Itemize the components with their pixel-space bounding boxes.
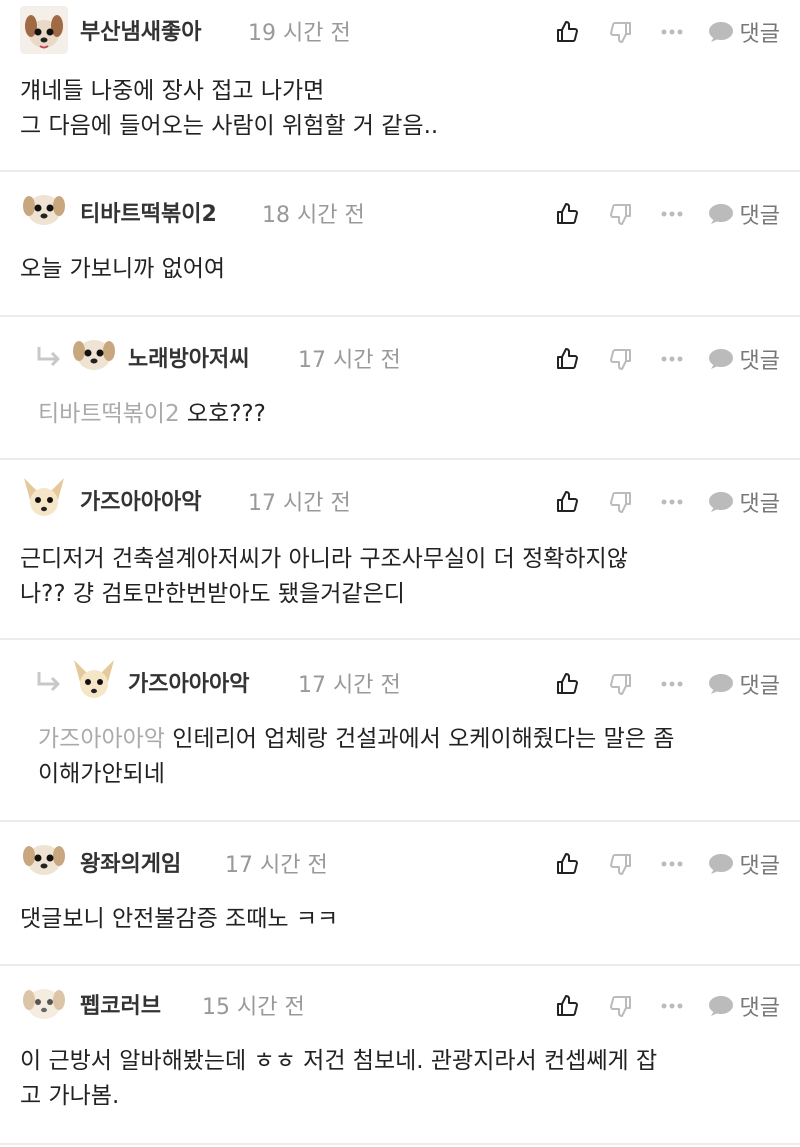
avatar[interactable] [20, 474, 68, 522]
avatar[interactable] [70, 329, 118, 377]
more-dots-icon[interactable] [660, 861, 684, 867]
reply-button[interactable]: 댓글 [708, 848, 780, 880]
speech-bubble-icon [708, 491, 734, 513]
reply-button[interactable]: 댓글 [708, 486, 780, 518]
speech-bubble-icon [708, 853, 734, 875]
thumbs-up-icon[interactable] [552, 20, 582, 44]
comment-author[interactable]: 노래방아저씨 [128, 341, 249, 373]
comment-time: 17 시간 전 [225, 853, 328, 878]
comment-item: 펩코러브 15 시간 전 댓글 이 근방서 알바해봤는데 ㅎㅎ 저건 첨보네. … [0, 966, 800, 1145]
thumbs-up-icon[interactable] [552, 852, 582, 876]
thumbs-up-icon[interactable] [552, 490, 582, 514]
speech-bubble-icon [708, 348, 734, 370]
comment-time: 17 시간 전 [248, 491, 351, 516]
avatar[interactable] [20, 6, 68, 54]
comment-text-line: 이해가안되네 [38, 761, 165, 787]
comment-item: 왕좌의게임 17 시간 전 댓글 댓글보니 안전불감증 조때노 ㅋㅋ [0, 822, 800, 966]
comment-author[interactable]: 가즈아아아악 [80, 484, 201, 516]
comment-time: 17 시간 전 [298, 673, 401, 698]
comment-body: 이 근방서 알바해봤는데 ㅎㅎ 저건 첨보네. 관광지라서 컨셉쎄게 잡 고 가… [20, 1044, 770, 1114]
reply-button[interactable]: 댓글 [708, 990, 780, 1022]
comment-actions: 댓글 [552, 12, 780, 52]
comment-author[interactable]: 펩코러브 [80, 988, 161, 1020]
comment-body: 티바트떡볶이2 오호??? [38, 397, 770, 432]
avatar[interactable] [20, 978, 68, 1026]
thumbs-down-icon[interactable] [606, 994, 636, 1018]
comment-time: 17 시간 전 [298, 348, 401, 373]
speech-bubble-icon [708, 203, 734, 225]
comment-item-reply: 가즈아아아악 17 시간 전 댓글 가즈아아아악 인테리어 업체랑 건설과에서 … [0, 640, 800, 822]
thumbs-up-icon[interactable] [552, 994, 582, 1018]
mention[interactable]: 가즈아아아악 [38, 726, 165, 752]
comment-body: 걔네들 나중에 장사 접고 나가면 그 다음에 들어오는 사람이 위험할 거 같… [20, 74, 770, 144]
thumbs-down-icon[interactable] [606, 490, 636, 514]
comment-body: 가즈아아아악 인테리어 업체랑 건설과에서 오케이해줬다는 말은 좀 이해가안되… [38, 722, 770, 792]
thumbs-down-icon[interactable] [606, 347, 636, 371]
comment-text-line: 오호??? [186, 401, 266, 427]
reply-label: 댓글 [739, 674, 780, 699]
more-dots-icon[interactable] [660, 681, 684, 687]
thumbs-up-icon[interactable] [552, 202, 582, 226]
more-dots-icon[interactable] [660, 29, 684, 35]
comment-text-line: 고 가나봄. [20, 1083, 120, 1109]
thumbs-down-icon[interactable] [606, 672, 636, 696]
comment-actions: 댓글 [552, 844, 780, 884]
comment-actions: 댓글 [552, 986, 780, 1026]
thumbs-up-icon[interactable] [552, 672, 582, 696]
thumbs-down-icon[interactable] [606, 202, 636, 226]
comment-time: 19 시간 전 [248, 21, 351, 46]
reply-label: 댓글 [739, 492, 780, 517]
comment-author[interactable]: 왕좌의게임 [80, 846, 181, 878]
comment-time: 18 시간 전 [262, 203, 365, 228]
reply-label: 댓글 [739, 204, 780, 229]
comment-time: 15 시간 전 [202, 995, 305, 1020]
thumbs-down-icon[interactable] [606, 852, 636, 876]
comment-actions: 댓글 [552, 194, 780, 234]
comment-body: 근디저거 건축설계아저씨가 아니라 구조사무실이 더 정확하지않 나?? 걍 검… [20, 542, 770, 612]
comment-text-line: 그 다음에 들어오는 사람이 위험할 거 같음.. [20, 113, 439, 139]
speech-bubble-icon [708, 995, 734, 1017]
thumbs-down-icon[interactable] [606, 20, 636, 44]
reply-label: 댓글 [739, 854, 780, 879]
comment-text-line: 댓글보니 안전불감증 조때노 ㅋㅋ [20, 906, 339, 932]
comment-author[interactable]: 가즈아아아악 [128, 666, 249, 698]
comment-item: 부산냄새좋아 19 시간 전 댓글 걔네들 나중에 장사 접고 나가면 그 다음… [0, 0, 800, 172]
comment-text-line: 근디저거 건축설계아저씨가 아니라 구조사무실이 더 정확하지않 [20, 546, 628, 572]
comment-body: 오늘 가보니까 없어여 [20, 252, 770, 287]
mention[interactable]: 티바트떡볶이2 [38, 401, 180, 427]
reply-label: 댓글 [739, 349, 780, 374]
comment-text-line: 나?? 걍 검토만한번받아도 됐을거같은디 [20, 581, 405, 607]
comment-actions: 댓글 [552, 664, 780, 704]
avatar[interactable] [20, 184, 68, 232]
reply-label: 댓글 [739, 996, 780, 1021]
reply-button[interactable]: 댓글 [708, 198, 780, 230]
comment-author[interactable]: 티바트떡볶이2 [80, 196, 217, 228]
avatar[interactable] [70, 656, 118, 704]
more-dots-icon[interactable] [660, 356, 684, 362]
reply-button[interactable]: 댓글 [708, 668, 780, 700]
comment-item-reply: 노래방아저씨 17 시간 전 댓글 티바트떡볶이2 오호??? [0, 317, 800, 460]
speech-bubble-icon [708, 673, 734, 695]
comment-text-line: 오늘 가보니까 없어여 [20, 256, 226, 282]
more-dots-icon[interactable] [660, 1003, 684, 1009]
reply-button[interactable]: 댓글 [708, 16, 780, 48]
comment-item: 티바트떡볶이2 18 시간 전 댓글 오늘 가보니까 없어여 [0, 172, 800, 317]
avatar[interactable] [20, 834, 68, 882]
comment-text-line: 인테리어 업체랑 건설과에서 오케이해줬다는 말은 좀 [172, 726, 675, 752]
comment-item: 가즈아아아악 17 시간 전 댓글 근디저거 건축설계아저씨가 아니라 구조사무… [0, 460, 800, 640]
speech-bubble-icon [708, 21, 734, 43]
comment-text-line: 걔네들 나중에 장사 접고 나가면 [20, 78, 325, 104]
comment-actions: 댓글 [552, 482, 780, 522]
comment-body: 댓글보니 안전불감증 조때노 ㅋㅋ [20, 902, 770, 937]
thumbs-up-icon[interactable] [552, 347, 582, 371]
more-dots-icon[interactable] [660, 499, 684, 505]
reply-button[interactable]: 댓글 [708, 343, 780, 375]
reply-label: 댓글 [739, 22, 780, 47]
comment-text-line: 이 근방서 알바해봤는데 ㅎㅎ 저건 첨보네. 관광지라서 컨셉쎄게 잡 [20, 1048, 658, 1074]
comment-actions: 댓글 [552, 339, 780, 379]
comment-author[interactable]: 부산냄새좋아 [80, 14, 201, 46]
more-dots-icon[interactable] [660, 211, 684, 217]
